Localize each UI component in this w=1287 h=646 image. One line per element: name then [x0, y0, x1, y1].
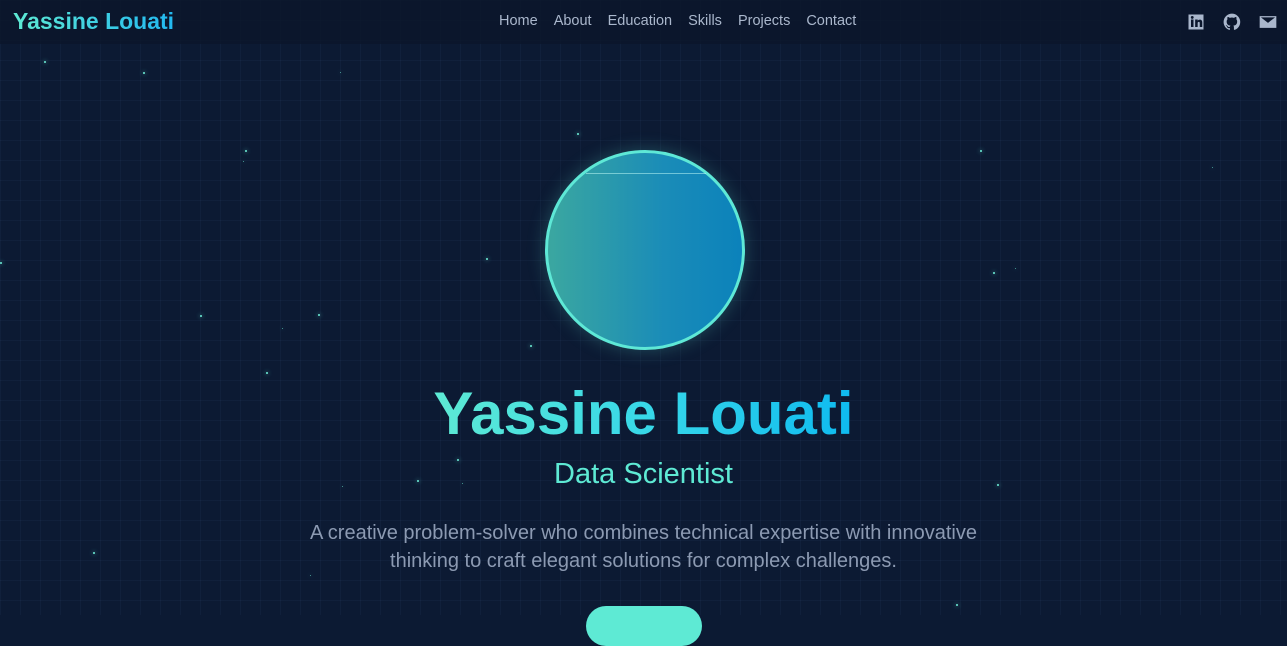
profile-avatar [545, 150, 745, 350]
star [993, 272, 995, 274]
star [44, 61, 46, 63]
top-navbar: Yassine Louati Home About Education Skil… [0, 0, 1287, 44]
hero-role: Data Scientist [554, 458, 733, 490]
star [243, 161, 244, 162]
nav-about-link[interactable]: About [554, 13, 592, 29]
star [0, 262, 2, 264]
star [577, 133, 579, 135]
nav-home-link[interactable]: Home [499, 13, 538, 29]
star [1212, 167, 1213, 168]
hero-cta-button[interactable] [586, 606, 702, 646]
star [486, 258, 488, 260]
main-nav: Home About Education Skills Projects Con… [499, 13, 856, 29]
nav-contact-link[interactable]: Contact [806, 13, 856, 29]
brand-logo[interactable]: Yassine Louati [13, 8, 174, 35]
star [200, 315, 202, 317]
star [980, 150, 982, 152]
github-icon[interactable] [1221, 12, 1243, 32]
nav-projects-link[interactable]: Projects [738, 13, 790, 29]
star [266, 372, 268, 374]
star [143, 72, 145, 74]
star [245, 150, 247, 152]
star [530, 345, 532, 347]
star [93, 552, 95, 554]
star [318, 314, 320, 316]
star [956, 604, 958, 606]
mail-icon[interactable] [1257, 12, 1279, 32]
social-links [1185, 12, 1279, 32]
hero-name: Yassine Louati [433, 380, 854, 447]
star [310, 575, 311, 576]
star [340, 72, 341, 73]
avatar-highlight [586, 173, 706, 174]
nav-education-link[interactable]: Education [608, 13, 673, 29]
nav-skills-link[interactable]: Skills [688, 13, 722, 29]
hero-description: A creative problem-solver who combines t… [310, 522, 977, 572]
linkedin-icon[interactable] [1185, 12, 1207, 32]
star [1015, 268, 1016, 269]
star [282, 328, 283, 329]
